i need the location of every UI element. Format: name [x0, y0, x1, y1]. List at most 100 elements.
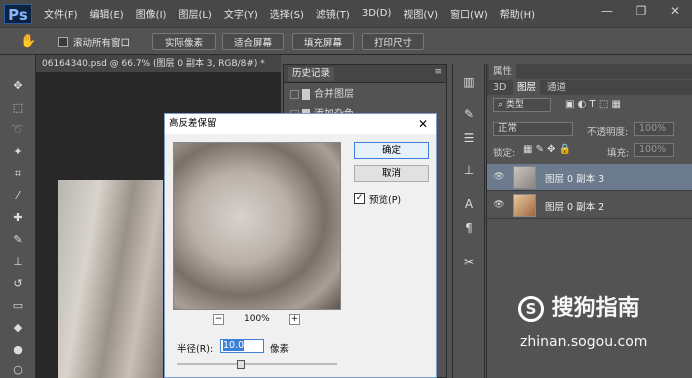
fill-screen-button[interactable]: 填充屏幕 — [292, 33, 354, 50]
panel-icon-strip: ▥ ✎ ☰ ⊥ A ¶ ✂ — [452, 64, 485, 378]
menu-filter[interactable]: 滤镜(T) — [316, 6, 350, 21]
marquee-tool-icon[interactable]: ⬚ — [10, 101, 26, 115]
layer-name: 图层 0 副本 2 — [545, 202, 605, 213]
document-title: 06164340.psd @ 66.7% (图层 0 副本 3, RGB/8#)… — [42, 59, 265, 69]
watermark-title: 搜狗指南 — [551, 296, 640, 321]
histogram-icon[interactable]: ▥ — [461, 74, 477, 90]
opacity-input[interactable]: 100% — [634, 122, 674, 136]
ok-button[interactable]: 确定 — [354, 142, 429, 159]
history-step-icon — [302, 89, 310, 100]
fill-label: 填充: — [607, 148, 630, 159]
menu-edit[interactable]: 编辑(E) — [90, 6, 124, 21]
menu-image[interactable]: 图像(I) — [136, 6, 167, 21]
history-panel-header: 历史记录 ≡ — [284, 65, 446, 83]
tab-channels[interactable]: 通道 — [543, 80, 570, 95]
radius-slider-handle[interactable] — [237, 360, 245, 369]
fill-input[interactable]: 100% — [634, 143, 674, 157]
radius-value: 10.0 — [223, 340, 245, 351]
clone-source-icon[interactable]: ⊥ — [461, 162, 477, 178]
restore-icon[interactable]: ❐ — [624, 0, 658, 22]
menu-layer[interactable]: 图层(L) — [178, 6, 211, 21]
tools-panel: ✥ ⬚ ➰ ✦ ⌗ ⁄ ✚ ✎ ⊥ ↺ ▭ ◆ ● ○ — [0, 55, 36, 378]
hand-tool-icon[interactable]: ✋ — [20, 34, 36, 49]
scroll-all-checkbox[interactable] — [58, 37, 68, 47]
layer-row[interactable]: 👁 图层 0 副本 2 — [487, 192, 692, 219]
zoom-value: 100% — [244, 314, 270, 324]
filter-icons[interactable]: ▣ ◐ T ⬚ ▦ — [565, 99, 621, 110]
menu-type[interactable]: 文字(Y) — [224, 6, 258, 21]
layers-tabs: 3D 图层 通道 — [487, 80, 692, 95]
tab-layers[interactable]: 图层 — [513, 80, 541, 95]
history-source-checkbox[interactable] — [290, 90, 299, 99]
options-bar: ✋ 滚动所有窗口 实际像素 适合屏幕 填充屏幕 打印尺寸 — [0, 27, 692, 55]
blend-mode-select[interactable]: 正常 — [493, 122, 573, 136]
actual-pixels-button[interactable]: 实际像素 — [152, 33, 216, 50]
move-tool-icon[interactable]: ✥ — [10, 79, 26, 93]
menu-file[interactable]: 文件(F) — [44, 6, 78, 21]
menu-window[interactable]: 窗口(W) — [450, 6, 488, 21]
cancel-button[interactable]: 取消 — [354, 165, 429, 182]
magic-wand-icon[interactable]: ✦ — [10, 145, 26, 159]
sogou-logo-icon: S — [518, 296, 544, 322]
dialog-title-bar: 高反差保留 — [165, 114, 436, 134]
dialog-title: 高反差保留 — [169, 118, 217, 129]
filter-preview-image[interactable] — [173, 142, 341, 310]
brush-tool-icon[interactable]: ✎ — [10, 233, 26, 247]
tab-properties[interactable]: 属性 — [489, 64, 517, 79]
tab-history[interactable]: 历史记录 — [288, 67, 335, 81]
panel-menu-icon[interactable]: ≡ — [434, 67, 442, 77]
document-tab[interactable]: 06164340.psd @ 66.7% (图层 0 副本 3, RGB/8#)… — [36, 55, 281, 73]
stamp-tool-icon[interactable]: ⊥ — [10, 255, 26, 269]
layer-filter-select[interactable]: ⌕ 类型 — [493, 98, 551, 112]
filter-kind: 类型 — [505, 100, 524, 110]
zoom-out-button[interactable]: − — [213, 314, 224, 325]
scroll-all-label: 滚动所有窗口 — [73, 38, 131, 49]
crop-tool-icon[interactable]: ⌗ — [10, 167, 26, 181]
lasso-tool-icon[interactable]: ➰ — [10, 123, 26, 137]
fit-screen-button[interactable]: 适合屏幕 — [222, 33, 284, 50]
dodge-tool-icon[interactable]: ○ — [10, 363, 26, 377]
brush-presets-icon[interactable]: ✎ — [461, 106, 477, 122]
menu-view[interactable]: 视图(V) — [403, 6, 438, 21]
tab-3d[interactable]: 3D — [489, 80, 510, 95]
window-controls: — ❐ ✕ — [590, 0, 692, 24]
blend-mode-value: 正常 — [498, 123, 518, 134]
radius-input[interactable]: 10.0 — [220, 339, 264, 353]
print-size-button[interactable]: 打印尺寸 — [362, 33, 424, 50]
layers-panel: 属性 3D 图层 通道 ⌕ 类型 ▣ ◐ T ⬚ ▦ 正常 不透明度: 100%… — [486, 64, 692, 378]
paint-bucket-icon[interactable]: ◆ — [10, 321, 26, 335]
layer-thumbnail — [513, 166, 536, 189]
menu-3d[interactable]: 3D(D) — [362, 8, 392, 19]
canvas-image[interactable] — [58, 180, 163, 378]
blur-tool-icon[interactable]: ● — [10, 343, 26, 357]
character-icon[interactable]: A — [461, 196, 477, 212]
layer-row-selected[interactable]: 👁 图层 0 副本 3 — [487, 164, 692, 191]
close-icon[interactable]: ✕ — [658, 0, 692, 22]
zoom-in-button[interactable]: + — [289, 314, 300, 325]
healing-brush-icon[interactable]: ✚ — [10, 211, 26, 225]
menu-select[interactable]: 选择(S) — [270, 6, 304, 21]
tools-presets-icon[interactable]: ✂ — [461, 254, 477, 270]
preview-checkbox[interactable]: ✓ — [354, 193, 365, 204]
history-item-label: 合并图层 — [314, 89, 354, 100]
eye-icon[interactable]: 👁 — [493, 172, 505, 182]
eyedropper-icon[interactable]: ⁄ — [10, 189, 26, 203]
lock-icons[interactable]: ▦ ✎ ✥ 🔒 — [523, 144, 571, 155]
menu-help[interactable]: 帮助(H) — [500, 6, 535, 21]
radius-unit: 像素 — [270, 344, 290, 355]
opacity-label: 不透明度: — [587, 127, 629, 138]
minimize-icon[interactable]: — — [590, 0, 624, 22]
sogou-watermark-url: zhinan.sogou.com — [520, 334, 648, 350]
photoshop-logo: Ps — [4, 3, 32, 24]
adjust-icon[interactable]: ☰ — [461, 130, 477, 146]
paragraph-icon[interactable]: ¶ — [461, 220, 477, 236]
history-item[interactable]: 合并图层 — [284, 85, 446, 105]
eye-icon[interactable]: 👁 — [493, 200, 505, 210]
history-brush-icon[interactable]: ↺ — [10, 277, 26, 291]
preview-label: 预览(P) — [369, 195, 402, 206]
sogou-watermark-logo: S 搜狗指南 — [518, 294, 690, 324]
dialog-close-icon[interactable]: ✕ — [410, 114, 436, 134]
radius-label: 半径(R): — [177, 344, 214, 355]
radius-slider-track[interactable] — [177, 363, 337, 365]
eraser-tool-icon[interactable]: ▭ — [10, 299, 26, 313]
